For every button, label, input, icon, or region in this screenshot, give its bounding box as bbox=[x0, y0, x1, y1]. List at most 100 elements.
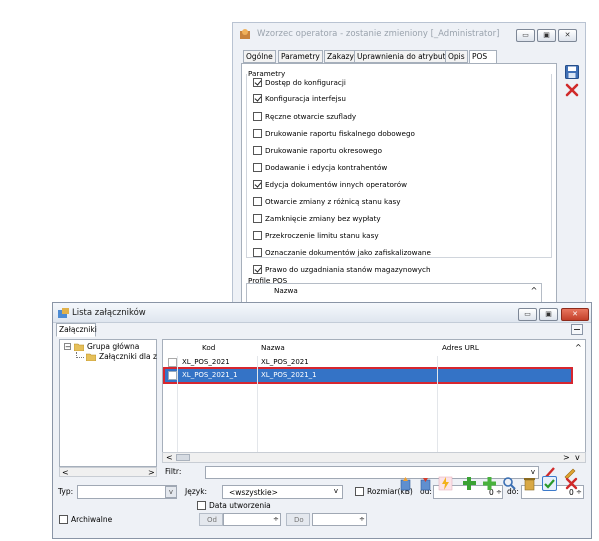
tab-uprawnienia[interactable]: Uprawnienia do atrybutów bbox=[354, 50, 460, 63]
param-checkbox[interactable] bbox=[253, 180, 262, 189]
row-checkbox[interactable] bbox=[168, 371, 177, 380]
search-icon[interactable] bbox=[502, 476, 517, 491]
param-label: Ręczne otwarcie szuflady bbox=[265, 112, 357, 121]
scroll-up-arrow[interactable]: ^ bbox=[575, 344, 582, 352]
tree-connector bbox=[76, 352, 84, 358]
table-row[interactable]: XL_POS_2021 XL_POS_2021 bbox=[165, 356, 571, 368]
language-dropdown-arrow[interactable]: v bbox=[330, 486, 342, 498]
param-label: Edycja dokumentów innych operatorów bbox=[265, 180, 407, 189]
pos-panel: Parametry Dostęp do konfiguracji Konfigu… bbox=[241, 63, 557, 321]
language-select[interactable]: <wszystkie> v bbox=[222, 485, 343, 499]
column-divider bbox=[437, 356, 438, 460]
tree-hscrollbar[interactable]: < > bbox=[59, 467, 157, 477]
column-header-kod[interactable]: Kod bbox=[202, 344, 215, 351]
close-button[interactable]: ✕ bbox=[558, 29, 577, 42]
param-label: Otwarcie zmiany z różnicą stanu kasy bbox=[265, 197, 401, 206]
param-checkbox[interactable] bbox=[253, 231, 262, 240]
param-checkbox[interactable] bbox=[253, 197, 262, 206]
type-select[interactable] bbox=[77, 485, 177, 499]
app-icon bbox=[239, 28, 251, 40]
archive-label: Archiwalne bbox=[71, 515, 113, 524]
spinner-icon[interactable]: ÷ bbox=[273, 516, 279, 523]
spinner-icon[interactable]: ÷ bbox=[359, 516, 365, 523]
tab-ogolne[interactable]: Ogólne bbox=[243, 50, 276, 63]
archive-checkbox[interactable] bbox=[59, 515, 68, 524]
param-label: Zamknięcie zmiany bez wypłaty bbox=[265, 214, 381, 223]
filter-label: Filtr: bbox=[165, 467, 182, 476]
list-hscrollbar[interactable]: < > v bbox=[162, 452, 586, 463]
scroll-down-arrow[interactable]: v bbox=[575, 454, 580, 462]
attach-up-icon[interactable] bbox=[398, 476, 413, 491]
scroll-left-arrow[interactable]: < bbox=[62, 469, 69, 477]
add-with-bar-icon[interactable] bbox=[462, 476, 477, 491]
column-divider bbox=[177, 356, 178, 460]
param-checkbox[interactable] bbox=[253, 129, 262, 138]
param-checkbox[interactable] bbox=[253, 265, 262, 274]
close-button[interactable]: ✕ bbox=[561, 308, 589, 321]
type-label: Typ: bbox=[58, 487, 74, 496]
window-title: Wzorzec operatora - zostanie zmieniony [… bbox=[257, 29, 500, 39]
param-checkbox[interactable] bbox=[253, 163, 262, 172]
scroll-right-arrow[interactable]: > bbox=[563, 454, 570, 462]
date-checkbox[interactable] bbox=[197, 501, 206, 510]
minimize-button[interactable]: ▭ bbox=[518, 308, 537, 321]
scroll-thumb[interactable] bbox=[176, 454, 190, 461]
minimize-button[interactable]: ▭ bbox=[516, 29, 535, 42]
scroll-up-arrow[interactable]: ^ bbox=[529, 286, 539, 296]
tree-expand-icon[interactable]: − bbox=[64, 343, 71, 351]
profile-column-header: Nazwa bbox=[274, 286, 298, 295]
tab-opis[interactable]: Opis bbox=[445, 50, 468, 63]
row-nazwa: XL_POS_2021 bbox=[261, 358, 309, 366]
panel-toggle-icon[interactable] bbox=[571, 324, 583, 335]
type-dropdown-arrow[interactable]: v bbox=[165, 486, 177, 498]
tree-root-label[interactable]: Grupa główna bbox=[87, 343, 139, 351]
column-header-nazwa[interactable]: Nazwa bbox=[261, 344, 285, 351]
param-label: Konfiguracja interfejsu bbox=[265, 94, 346, 103]
param-label: Przekroczenie limitu stanu kasy bbox=[265, 231, 379, 240]
tab-parametry[interactable]: Parametry bbox=[278, 50, 323, 63]
param-label: Dostęp do konfiguracji bbox=[265, 78, 346, 87]
language-value: <wszystkie> bbox=[229, 488, 278, 497]
param-label: Drukowanie raportu okresowego bbox=[265, 146, 383, 155]
date-label: Data utworzenia bbox=[209, 501, 271, 510]
window-title: Lista załączników bbox=[72, 308, 146, 318]
group-tree[interactable]: − Grupa główna Załączniki dla z bbox=[59, 339, 157, 467]
language-label: Język: bbox=[185, 487, 208, 496]
date-from-button[interactable]: Od bbox=[199, 513, 223, 526]
date-from-input[interactable]: ÷ bbox=[223, 513, 281, 526]
date-to-label: Do bbox=[294, 516, 304, 524]
param-checkbox[interactable] bbox=[253, 214, 262, 223]
folder-icon bbox=[73, 343, 85, 352]
tab-zakazy[interactable]: Zakazy bbox=[324, 50, 357, 63]
maximize-button[interactable]: ▣ bbox=[539, 308, 558, 321]
date-from-label: Od bbox=[207, 516, 217, 524]
date-to-button[interactable]: Do bbox=[286, 513, 310, 526]
param-checkbox[interactable] bbox=[253, 146, 262, 155]
save-icon[interactable] bbox=[565, 65, 579, 79]
close-x-icon[interactable] bbox=[564, 476, 579, 491]
param-checkbox[interactable] bbox=[253, 248, 262, 257]
table-row-selected[interactable]: XL_POS_2021_1 XL_POS_2021_1 bbox=[163, 367, 573, 384]
add-icon[interactable] bbox=[482, 476, 497, 491]
scroll-left-arrow[interactable]: < bbox=[166, 454, 173, 462]
tree-child-label[interactable]: Załączniki dla z bbox=[99, 353, 157, 361]
attachments-icon bbox=[58, 308, 69, 319]
attach-down-icon[interactable] bbox=[418, 476, 433, 491]
attachments-window: Lista załączników ▭ ▣ ✕ Załączniki − Gru… bbox=[52, 302, 592, 539]
delete-icon[interactable] bbox=[522, 476, 537, 491]
maximize-button[interactable]: ▣ bbox=[537, 29, 556, 42]
confirm-icon[interactable] bbox=[542, 476, 557, 491]
lightning-icon[interactable] bbox=[438, 476, 453, 491]
row-checkbox[interactable] bbox=[168, 358, 177, 367]
tab-pos[interactable]: POS bbox=[469, 50, 497, 64]
param-checkbox[interactable] bbox=[253, 94, 262, 103]
date-to-input[interactable]: ÷ bbox=[312, 513, 367, 526]
scroll-right-arrow[interactable]: > bbox=[148, 469, 155, 477]
param-checkbox[interactable] bbox=[253, 78, 262, 87]
size-checkbox[interactable] bbox=[355, 487, 364, 496]
tab-zalaczniki[interactable]: Załączniki bbox=[56, 323, 97, 337]
param-checkbox[interactable] bbox=[253, 112, 262, 121]
column-header-adres[interactable]: Adres URL bbox=[442, 344, 479, 351]
cancel-icon[interactable] bbox=[565, 83, 579, 97]
row-nazwa: XL_POS_2021_1 bbox=[261, 371, 317, 379]
